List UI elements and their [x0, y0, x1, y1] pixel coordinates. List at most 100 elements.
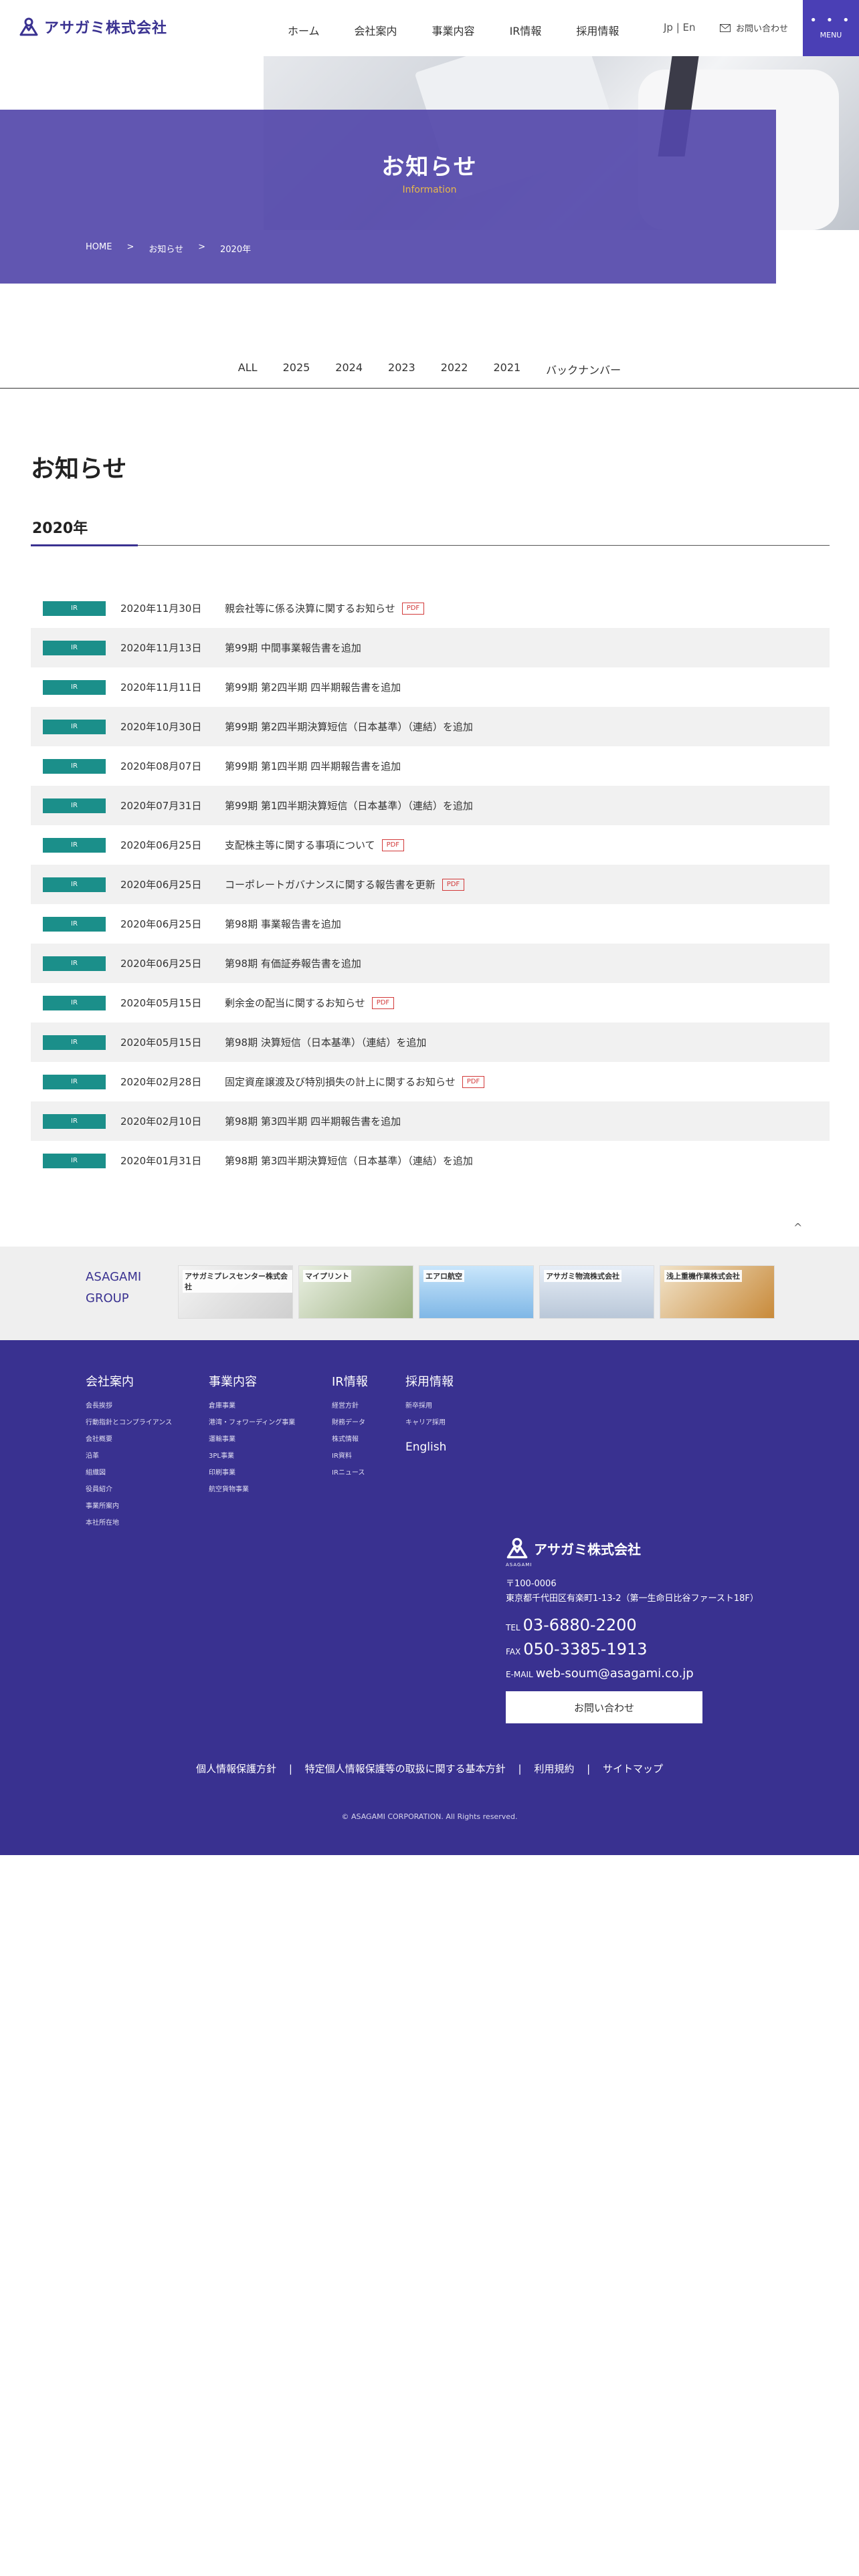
news-date: 2020年01月31日: [120, 1155, 202, 1167]
news-title[interactable]: 第99期 第2四半期 四半期報告書を追加: [225, 680, 401, 694]
banner-heavy-machinery[interactable]: 浅上重機作業株式会社: [660, 1265, 775, 1319]
breadcrumb-home[interactable]: HOME: [86, 242, 112, 255]
footer-link[interactable]: 役員紹介: [86, 1481, 172, 1498]
footer-english-link[interactable]: English: [405, 1440, 446, 1454]
footer-link[interactable]: 港湾・フォワーディング事業: [209, 1414, 295, 1431]
footer-link[interactable]: 組織図: [86, 1465, 172, 1481]
tab-all[interactable]: ALL: [238, 361, 258, 377]
banner-press-center[interactable]: アサガミプレスセンター株式会社: [178, 1265, 293, 1319]
news-row[interactable]: IR 2020年08月07日 第99期 第1四半期 四半期報告書を追加: [31, 746, 830, 786]
menu-button[interactable]: • • • MENU: [803, 0, 859, 56]
header-contact-label: お問い合わせ: [736, 24, 789, 34]
breadcrumb-news[interactable]: お知らせ: [149, 242, 183, 255]
policy-terms[interactable]: 利用規約: [534, 1763, 574, 1775]
footer-col-heading[interactable]: IR情報: [332, 1372, 368, 1390]
tab-2022[interactable]: 2022: [441, 361, 468, 377]
news-title[interactable]: 第98期 第3四半期 四半期報告書を追加: [225, 1114, 401, 1128]
nav-ir[interactable]: IR情報: [510, 22, 542, 38]
breadcrumb-current: 2020年: [220, 245, 252, 255]
footer-link[interactable]: 行動指針とコンプライアンス: [86, 1414, 172, 1431]
news-title[interactable]: 第98期 決算短信（日本基準）（連結）を追加: [225, 1035, 426, 1049]
nav-recruit[interactable]: 採用情報: [576, 22, 619, 38]
footer-link[interactable]: 本社所在地: [86, 1515, 172, 1531]
news-date: 2020年06月25日: [120, 918, 202, 930]
group-banners: アサガミプレスセンター株式会社 マイプリント エアロ航空 アサガミ物流株式会社 …: [178, 1265, 775, 1319]
policy-sitemap[interactable]: サイトマップ: [603, 1763, 663, 1775]
footer-link[interactable]: 3PL事業: [209, 1448, 295, 1465]
footer-link[interactable]: 航空貨物事業: [209, 1481, 295, 1498]
category-badge: IR: [43, 758, 106, 774]
footer-link[interactable]: 事業所案内: [86, 1498, 172, 1515]
footer-link[interactable]: 倉庫事業: [209, 1398, 295, 1414]
news-row[interactable]: IR 2020年06月25日 第98期 事業報告書を追加: [31, 904, 830, 944]
news-row[interactable]: IR 2020年05月15日 剰余金の配当に関するお知らせ PDF: [31, 983, 830, 1023]
tab-back-number[interactable]: バックナンバー: [546, 361, 621, 377]
footer-col-heading[interactable]: 会社案内: [86, 1372, 172, 1390]
footer-link[interactable]: 運輸事業: [209, 1431, 295, 1448]
footer-col-heading[interactable]: 採用情報: [405, 1372, 454, 1390]
footer-link[interactable]: 沿革: [86, 1448, 172, 1465]
footer-link[interactable]: 新卒採用: [405, 1398, 454, 1414]
policy-specific-personal[interactable]: 特定個人情報保護等の取扱に関する基本方針: [305, 1763, 506, 1775]
footer-link[interactable]: 財務データ: [332, 1414, 368, 1431]
news-row[interactable]: IR 2020年02月28日 固定資産譲渡及び特別損失の計上に関するお知らせ PDF: [31, 1062, 830, 1101]
footer-logo-sub: ASAGAMI: [506, 1562, 533, 1568]
news-title[interactable]: 第98期 第3四半期決算短信（日本基準）（連結）を追加: [225, 1154, 473, 1168]
category-badge: IR: [43, 719, 106, 734]
news-title[interactable]: 第98期 有価証券報告書を追加: [225, 956, 361, 970]
category-badge: IR: [43, 1113, 106, 1129]
news-title[interactable]: 第98期 事業報告書を追加: [225, 917, 341, 931]
footer-link[interactable]: 印刷事業: [209, 1465, 295, 1481]
news-row[interactable]: IR 2020年06月25日 コーポレートガバナンスに関する報告書を更新 PDF: [31, 865, 830, 904]
news-row[interactable]: IR 2020年06月25日 支配株主等に関する事項について PDF: [31, 825, 830, 865]
news-title[interactable]: 固定資産譲渡及び特別損失の計上に関するお知らせ PDF: [225, 1075, 485, 1089]
news-row[interactable]: IR 2020年01月31日 第98期 第3四半期決算短信（日本基準）（連結）を追加: [31, 1141, 830, 1180]
news-row[interactable]: IR 2020年10月30日 第99期 第2四半期決算短信（日本基準）（連結）を追加: [31, 707, 830, 746]
footer-col-heading[interactable]: 事業内容: [209, 1372, 295, 1390]
banner-logistics[interactable]: アサガミ物流株式会社: [539, 1265, 654, 1319]
news-row[interactable]: IR 2020年07月31日 第99期 第1四半期決算短信（日本基準）（連結）を追加: [31, 786, 830, 825]
email: E-MAIL web-soum@asagami.co.jp: [506, 1667, 694, 1681]
news-title[interactable]: 剰余金の配当に関するお知らせ PDF: [225, 996, 395, 1010]
nav-business[interactable]: 事業内容: [432, 22, 475, 38]
category-badge: IR: [43, 1074, 106, 1089]
footer-link[interactable]: 会長挨拶: [86, 1398, 172, 1414]
news-row[interactable]: IR 2020年05月15日 第98期 決算短信（日本基準）（連結）を追加: [31, 1023, 830, 1062]
footer-logo-text: アサガミ株式会社: [534, 1541, 641, 1558]
news-title[interactable]: 第99期 中間事業報告書を追加: [225, 641, 361, 655]
news-row[interactable]: IR 2020年11月13日 第99期 中間事業報告書を追加: [31, 628, 830, 667]
footer-link[interactable]: 経営方針: [332, 1398, 368, 1414]
tab-2025[interactable]: 2025: [283, 361, 310, 377]
banner-aero[interactable]: エアロ航空: [419, 1265, 534, 1319]
asagami-logo-icon: [19, 17, 38, 36]
footer-link[interactable]: IR資料: [332, 1448, 368, 1465]
header-contact-link[interactable]: お問い合わせ: [720, 21, 788, 34]
footer-link[interactable]: 会社概要: [86, 1431, 172, 1448]
news-title[interactable]: 支配株主等に関する事項について PDF: [225, 838, 405, 852]
footer-link[interactable]: キャリア採用: [405, 1414, 454, 1431]
news-title[interactable]: 親会社等に係る決算に関するお知らせ PDF: [225, 601, 425, 615]
pdf-badge: PDF: [381, 839, 405, 851]
tab-2023[interactable]: 2023: [388, 361, 415, 377]
site-logo[interactable]: アサガミ株式会社: [19, 16, 167, 37]
page-top-button[interactable]: ^: [793, 1221, 802, 1234]
footer-logo[interactable]: アサガミ株式会社: [506, 1537, 759, 1560]
tab-2021[interactable]: 2021: [493, 361, 520, 377]
news-title[interactable]: コーポレートガバナンスに関する報告書を更新 PDF: [225, 877, 465, 891]
news-title[interactable]: 第99期 第2四半期決算短信（日本基準）（連結）を追加: [225, 720, 473, 734]
footer-contact-button[interactable]: お問い合わせ: [506, 1691, 702, 1723]
footer-link[interactable]: 株式情報: [332, 1431, 368, 1448]
tab-2024[interactable]: 2024: [335, 361, 363, 377]
news-row[interactable]: IR 2020年06月25日 第98期 有価証券報告書を追加: [31, 944, 830, 983]
news-title[interactable]: 第99期 第1四半期 四半期報告書を追加: [225, 759, 401, 773]
nav-company[interactable]: 会社案内: [355, 22, 397, 38]
policy-privacy[interactable]: 個人情報保護方針: [196, 1763, 276, 1775]
news-title[interactable]: 第99期 第1四半期決算短信（日本基準）（連結）を追加: [225, 798, 473, 813]
nav-home[interactable]: ホーム: [288, 22, 320, 38]
language-switch[interactable]: Jp | En: [664, 21, 696, 33]
news-row[interactable]: IR 2020年02月10日 第98期 第3四半期 四半期報告書を追加: [31, 1101, 830, 1141]
news-row[interactable]: IR 2020年11月11日 第99期 第2四半期 四半期報告書を追加: [31, 667, 830, 707]
footer-link[interactable]: IRニュース: [332, 1465, 368, 1481]
banner-my-print[interactable]: マイプリント: [298, 1265, 413, 1319]
news-row[interactable]: IR 2020年11月30日 親会社等に係る決算に関するお知らせ PDF: [31, 588, 830, 628]
